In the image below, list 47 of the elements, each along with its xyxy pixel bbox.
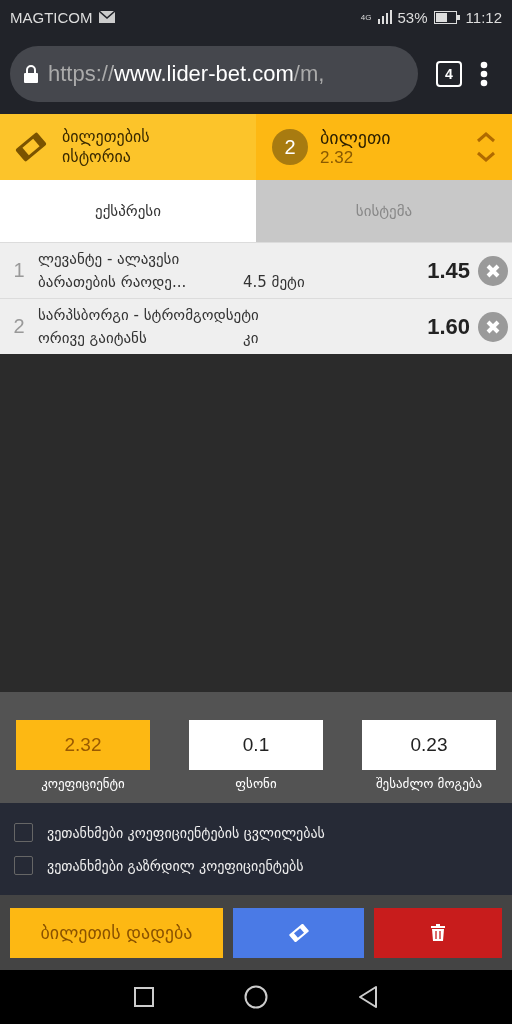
bet-type-tab[interactable]: ექსპრესი <box>0 180 256 242</box>
remove-bet-icon[interactable] <box>478 311 508 342</box>
summary-value[interactable]: 0.1 <box>189 720 323 770</box>
market-name: ორივე გაიტანს <box>38 327 148 349</box>
bet-index: 1 <box>12 259 26 282</box>
summary-value: 2.32 <box>16 720 150 770</box>
bet-index: 2 <box>12 315 26 338</box>
carrier-name: MAGTICOM <box>10 8 93 26</box>
market-name: ბარათების რაოდე... <box>38 271 188 293</box>
checkbox[interactable] <box>14 823 33 842</box>
summary-label: კოეფიციენტი <box>41 776 125 791</box>
clock-time: 11:12 <box>465 8 502 26</box>
checkbox-label: ვეთანხმები კოეფიციენტების ცვლილებას <box>47 824 325 841</box>
address-bar[interactable]: https://www.lider-bet.com/m, <box>10 46 418 102</box>
remove-bet-icon[interactable] <box>478 255 508 286</box>
summary-label: ფსონი <box>235 776 277 791</box>
ticket-history-button[interactable]: ბილეთების ისტორია <box>0 114 256 180</box>
bet-odds: 1.45 <box>427 257 471 284</box>
ticket-odds: 2.32 <box>320 147 354 168</box>
bet-pick: კი <box>243 327 259 349</box>
ticket-button[interactable] <box>233 907 364 958</box>
bet-pick: 4.5 მეტი <box>243 271 305 293</box>
checkbox[interactable] <box>14 856 33 875</box>
trash-icon <box>431 924 445 941</box>
place-bet-button[interactable]: ბილეთის დადება <box>10 907 223 958</box>
battery-percent: 53% <box>397 8 428 26</box>
ticket-count-badge: 2 <box>272 129 308 165</box>
match-name: ლევანტე - ალავესი <box>38 249 180 270</box>
battery-icon <box>433 10 460 24</box>
expand-arrows-icon <box>476 131 496 163</box>
checkbox-label: ვეთანხმები გაზრდილ კოეფიციენტებს <box>47 857 304 874</box>
tab-count-button[interactable]: 4 <box>436 61 462 87</box>
match-name: სარპსბორგი - სტრომგოდსეტი <box>38 305 259 326</box>
more-menu-icon[interactable] <box>480 61 488 87</box>
back-icon[interactable] <box>358 985 378 1009</box>
ticket-summary-bar[interactable]: 2 ბილეთი 2.32 <box>256 114 512 180</box>
home-icon[interactable] <box>244 985 268 1009</box>
delete-button[interactable] <box>374 907 502 958</box>
summary-label: შესაძლო მოგება <box>375 776 483 791</box>
lock-icon <box>24 65 38 83</box>
recent-apps-icon[interactable] <box>134 987 154 1007</box>
network-type: 4G <box>360 12 372 22</box>
bet-odds: 1.60 <box>427 313 471 340</box>
signal-icon <box>377 10 392 24</box>
ticket-label: ბილეთი <box>320 126 392 148</box>
summary-value: 0.23 <box>362 720 496 770</box>
mail-icon <box>98 11 115 23</box>
